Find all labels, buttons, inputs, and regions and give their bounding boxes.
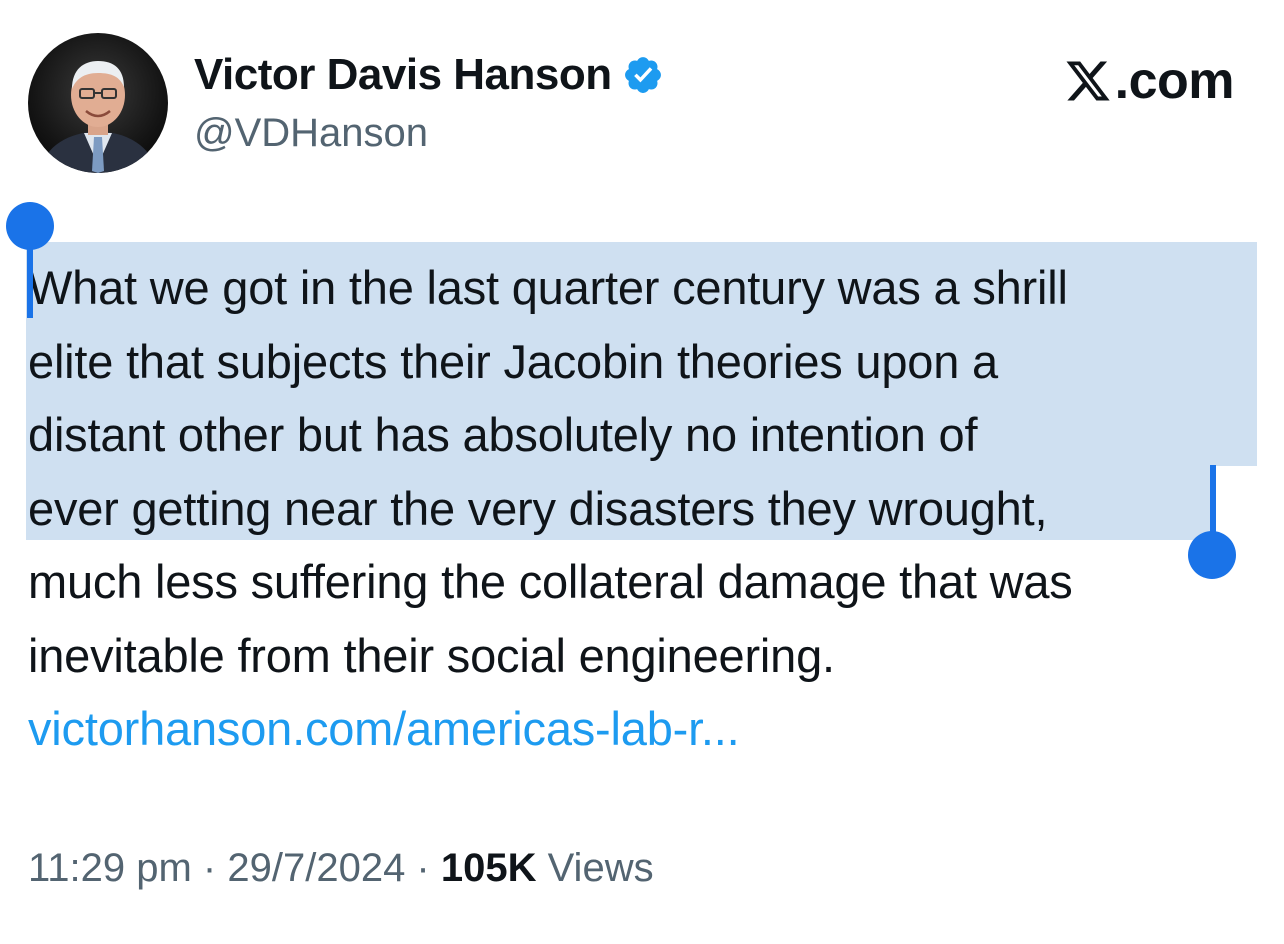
selection-start-handle[interactable] [6,202,54,250]
tweet-text[interactable]: What we got in the last quarter century … [28,251,1268,766]
author-display-name[interactable]: Victor Davis Hanson [194,48,612,102]
brand-domain-label: .com [1114,52,1235,110]
verified-badge-icon[interactable] [622,54,664,96]
selection-end-handle[interactable] [1188,531,1236,579]
tweet-text-line: ever getting near the very disasters the… [28,481,1048,535]
selection-start-caret [27,240,33,318]
author-name-row: Victor Davis Hanson [194,48,664,102]
meta-separator: · [191,846,228,890]
views-count[interactable]: 105K [441,846,537,890]
tweet-meta: 11:29 pm · 29/7/2024 · 105K Views [28,840,654,896]
tweet-text-line: much less suffering the collateral damag… [28,555,1073,608]
tweet-date[interactable]: 29/7/2024 [227,846,405,890]
tweet-text-line: elite that subjects their Jacobin theori… [28,334,998,388]
views-label: Views [536,846,654,890]
avatar[interactable] [28,33,168,173]
author-handle[interactable]: @VDHanson [194,108,428,158]
tweet-time[interactable]: 11:29 pm [28,846,192,890]
tweet-text-line: What we got in the last quarter century … [28,261,1068,314]
meta-separator: · [405,846,441,890]
tweet-text-line: inevitable from their social engineering… [28,628,835,682]
tweet-text-line: distant other but has absolutely no inte… [28,408,978,461]
brand-x-com: .com [1063,52,1235,110]
x-logo-icon [1063,57,1113,105]
tweet-link[interactable]: victorhanson.com/americas-lab-r... [28,692,1268,766]
